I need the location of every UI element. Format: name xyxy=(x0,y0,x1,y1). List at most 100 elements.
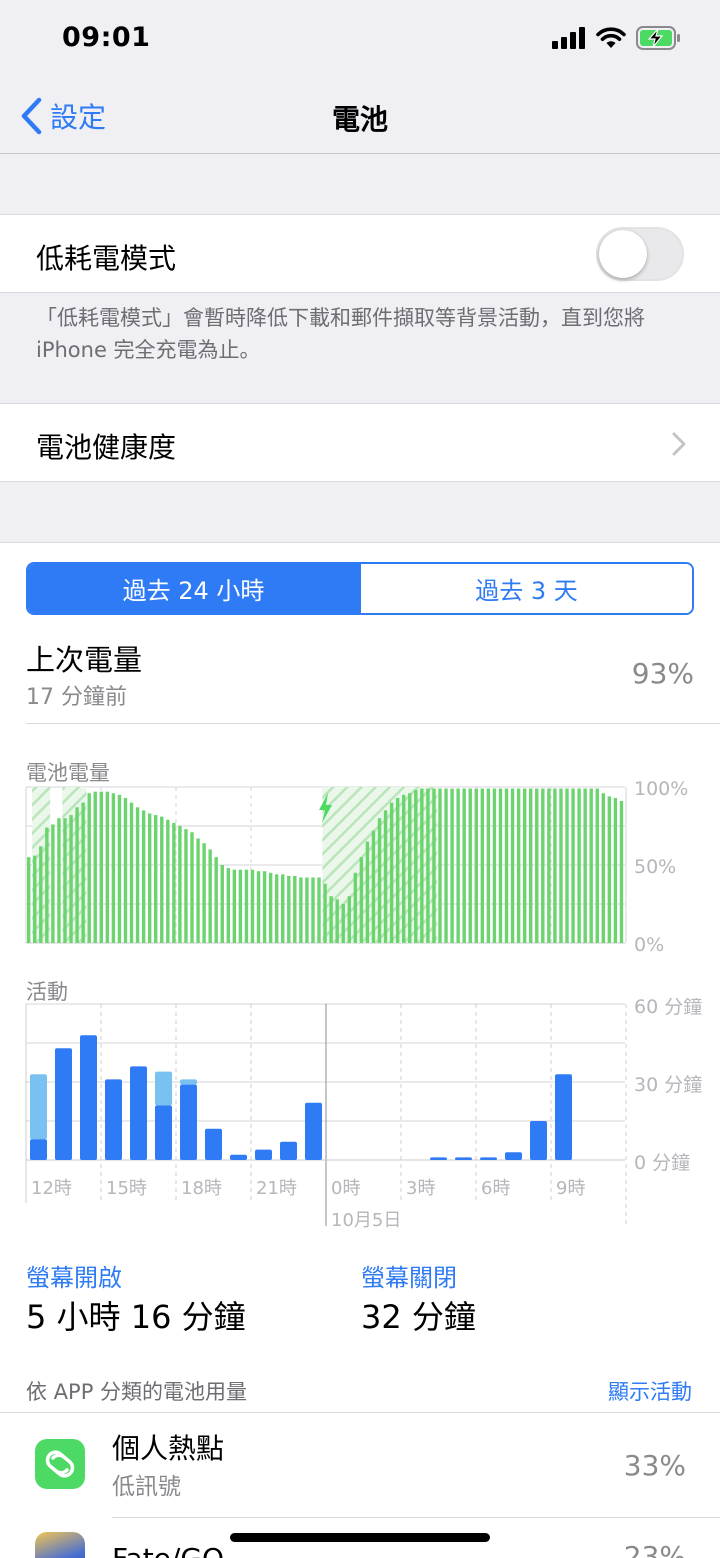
battery-bar xyxy=(583,788,587,943)
battery-bar xyxy=(444,788,448,943)
home-indicator xyxy=(230,1533,490,1542)
battery-bar xyxy=(529,788,533,943)
show-activity-link[interactable]: 顯示活動 xyxy=(608,1376,692,1406)
x-tick-18: 18時 xyxy=(181,1178,222,1199)
page-title: 電池 xyxy=(331,103,388,136)
battery-bar xyxy=(311,877,315,943)
battery-bar xyxy=(420,788,424,943)
battery-bar xyxy=(250,869,255,943)
battery-bar xyxy=(81,802,85,943)
activity-bar-screen-on xyxy=(230,1154,247,1160)
x-tick-21: 21時 xyxy=(256,1178,297,1199)
battery-bar xyxy=(383,810,388,943)
battery-bar xyxy=(486,788,491,943)
battery-bar xyxy=(341,904,345,943)
app-row-personal-hotspot[interactable]: 個人熱點 低訊號 33% xyxy=(0,1413,720,1517)
battery-bar xyxy=(468,788,472,943)
battery-bar xyxy=(166,819,170,943)
battery-bar xyxy=(601,793,605,943)
app-name: Fate/GO xyxy=(112,1542,224,1558)
activity-y-tick-30: 30 分鐘 xyxy=(634,1074,702,1096)
low-power-mode-cell: 低耗電模式 xyxy=(0,214,720,293)
battery-bar xyxy=(87,793,91,943)
status-icons xyxy=(552,26,682,50)
cellular-signal-icon xyxy=(552,27,585,49)
battery-bar xyxy=(395,797,400,943)
navigation-bar: 設定 電池 xyxy=(0,80,720,154)
battery-bar xyxy=(147,813,152,943)
battery-bar xyxy=(208,849,212,943)
battery-bar xyxy=(547,788,551,943)
battery-bar xyxy=(559,788,563,943)
chevron-right-icon xyxy=(672,432,686,456)
activity-bar-screen-on xyxy=(505,1152,522,1160)
battery-bar xyxy=(256,871,261,943)
battery-bar xyxy=(402,794,406,943)
battery-bar xyxy=(408,793,412,943)
battery-bar xyxy=(214,857,218,943)
battery-charging-icon xyxy=(636,26,680,50)
battery-bar xyxy=(305,877,309,943)
activity-chart: 60 分鐘 30 分鐘 0 分鐘 12時 15時 18時 21時 0時 3時 6… xyxy=(25,998,702,1231)
x-tick-3: 3時 xyxy=(406,1178,435,1199)
battery-bar xyxy=(480,788,485,943)
battery-bar xyxy=(317,877,321,943)
battery-bar xyxy=(577,788,581,943)
date-label: 10月5日 xyxy=(331,1210,401,1231)
battery-bar xyxy=(426,788,430,943)
battery-level-chart: 100% 50% 0% xyxy=(25,779,688,956)
activity-bar-screen-on xyxy=(530,1121,547,1160)
screen-off-label[interactable]: 螢幕關閉 xyxy=(361,1258,457,1293)
battery-bar xyxy=(535,788,539,943)
battery-health-label: 電池健康度 xyxy=(36,431,177,464)
activity-chart-bars xyxy=(30,1035,572,1160)
separator xyxy=(26,723,720,724)
battery-bar xyxy=(93,791,97,943)
screen-on-label[interactable]: 螢幕開啟 xyxy=(26,1258,122,1293)
battery-bar xyxy=(281,874,285,943)
activity-bar-screen-on xyxy=(80,1035,97,1160)
battery-bar xyxy=(33,855,37,943)
screen-on-value: 5 小時 16 分鐘 xyxy=(26,1298,246,1336)
battery-bar xyxy=(607,796,612,943)
toggle-knob xyxy=(599,230,647,278)
battery-bar xyxy=(359,857,364,943)
x-tick-15: 15時 xyxy=(106,1178,147,1199)
battery-bar xyxy=(335,899,339,943)
battery-bar xyxy=(220,865,224,943)
activity-bar-screen-on xyxy=(130,1066,147,1160)
activity-bar-screen-on xyxy=(155,1105,172,1160)
segment-last-3-days[interactable]: 過去 3 天 xyxy=(359,564,692,613)
battery-bar xyxy=(613,797,618,943)
activity-bar-screen-on xyxy=(255,1149,272,1160)
hotspot-icon xyxy=(35,1439,85,1489)
activity-bar-screen-on xyxy=(280,1141,297,1160)
battery-y-tick-0: 0% xyxy=(634,934,664,956)
activity-bar-screen-on xyxy=(555,1074,572,1160)
battery-bar xyxy=(299,877,303,943)
battery-bar xyxy=(347,896,351,943)
activity-bar-screen-on xyxy=(480,1157,497,1160)
battery-bar xyxy=(69,815,73,943)
battery-bar xyxy=(184,829,188,943)
battery-bar xyxy=(268,872,273,943)
battery-bar xyxy=(287,875,291,943)
battery-bar xyxy=(450,788,454,943)
battery-bar xyxy=(141,810,146,943)
battery-bar xyxy=(456,788,460,943)
battery-usage-panel: 過去 24 小時 過去 3 天 上次電量 17 分鐘前 93% 電池電量 100… xyxy=(0,542,720,1558)
battery-health-cell[interactable]: 電池健康度 xyxy=(0,403,720,482)
battery-bar xyxy=(498,788,503,943)
segment-last-24-hours[interactable]: 過去 24 小時 xyxy=(28,564,359,613)
battery-bar xyxy=(329,896,333,943)
fate-go-app-icon xyxy=(35,1532,85,1558)
battery-bar xyxy=(365,841,370,943)
battery-bar xyxy=(135,807,140,943)
low-power-mode-toggle[interactable] xyxy=(596,227,684,281)
app-percent: 33% xyxy=(623,1449,686,1482)
battery-bar xyxy=(99,791,103,943)
activity-bar-screen-on xyxy=(305,1102,322,1160)
battery-bar xyxy=(571,788,575,943)
time-range-segmented-control: 過去 24 小時 過去 3 天 xyxy=(26,562,694,615)
battery-bar xyxy=(105,791,110,943)
